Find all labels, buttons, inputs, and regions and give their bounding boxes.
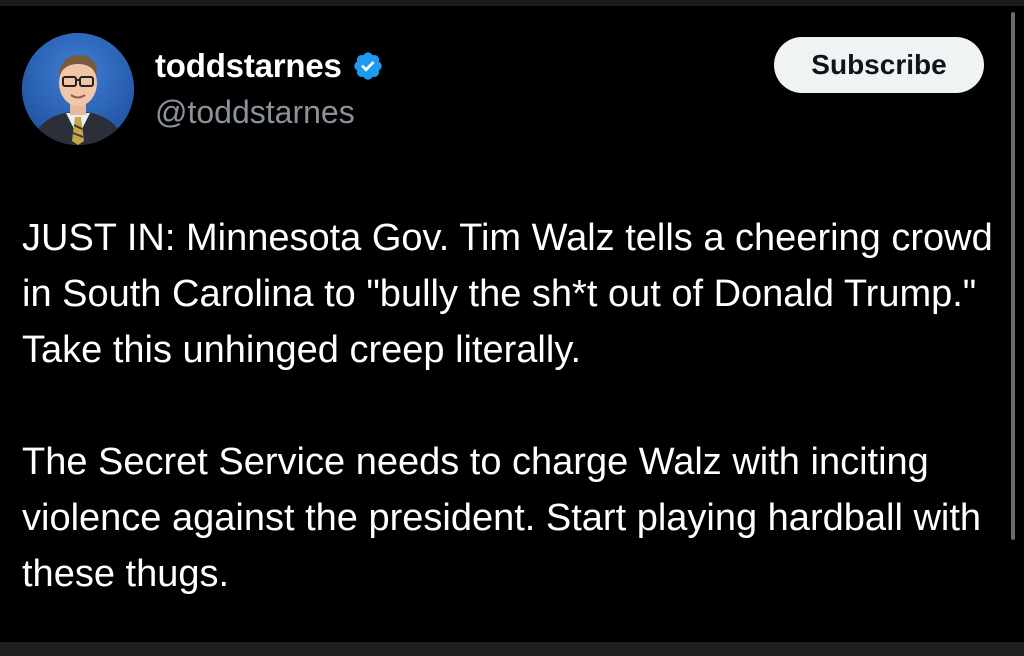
- author-name-row: toddstarnes: [155, 44, 384, 88]
- author-handle[interactable]: @toddstarnes: [155, 94, 355, 131]
- verified-badge-icon: [352, 50, 384, 82]
- display-name[interactable]: toddstarnes: [155, 47, 342, 85]
- post-body: JUST IN: Minnesota Gov. Tim Walz tells a…: [22, 210, 997, 602]
- subscribe-button[interactable]: Subscribe: [774, 37, 984, 93]
- avatar-image: [22, 33, 134, 145]
- scrollbar[interactable]: [1011, 12, 1015, 540]
- post-paragraph-2: The Secret Service needs to charge Walz …: [22, 441, 982, 595]
- bottom-edge: [0, 642, 1024, 656]
- avatar[interactable]: [22, 33, 134, 145]
- post-paragraph-1: JUST IN: Minnesota Gov. Tim Walz tells a…: [22, 217, 993, 371]
- top-edge: [0, 0, 1024, 6]
